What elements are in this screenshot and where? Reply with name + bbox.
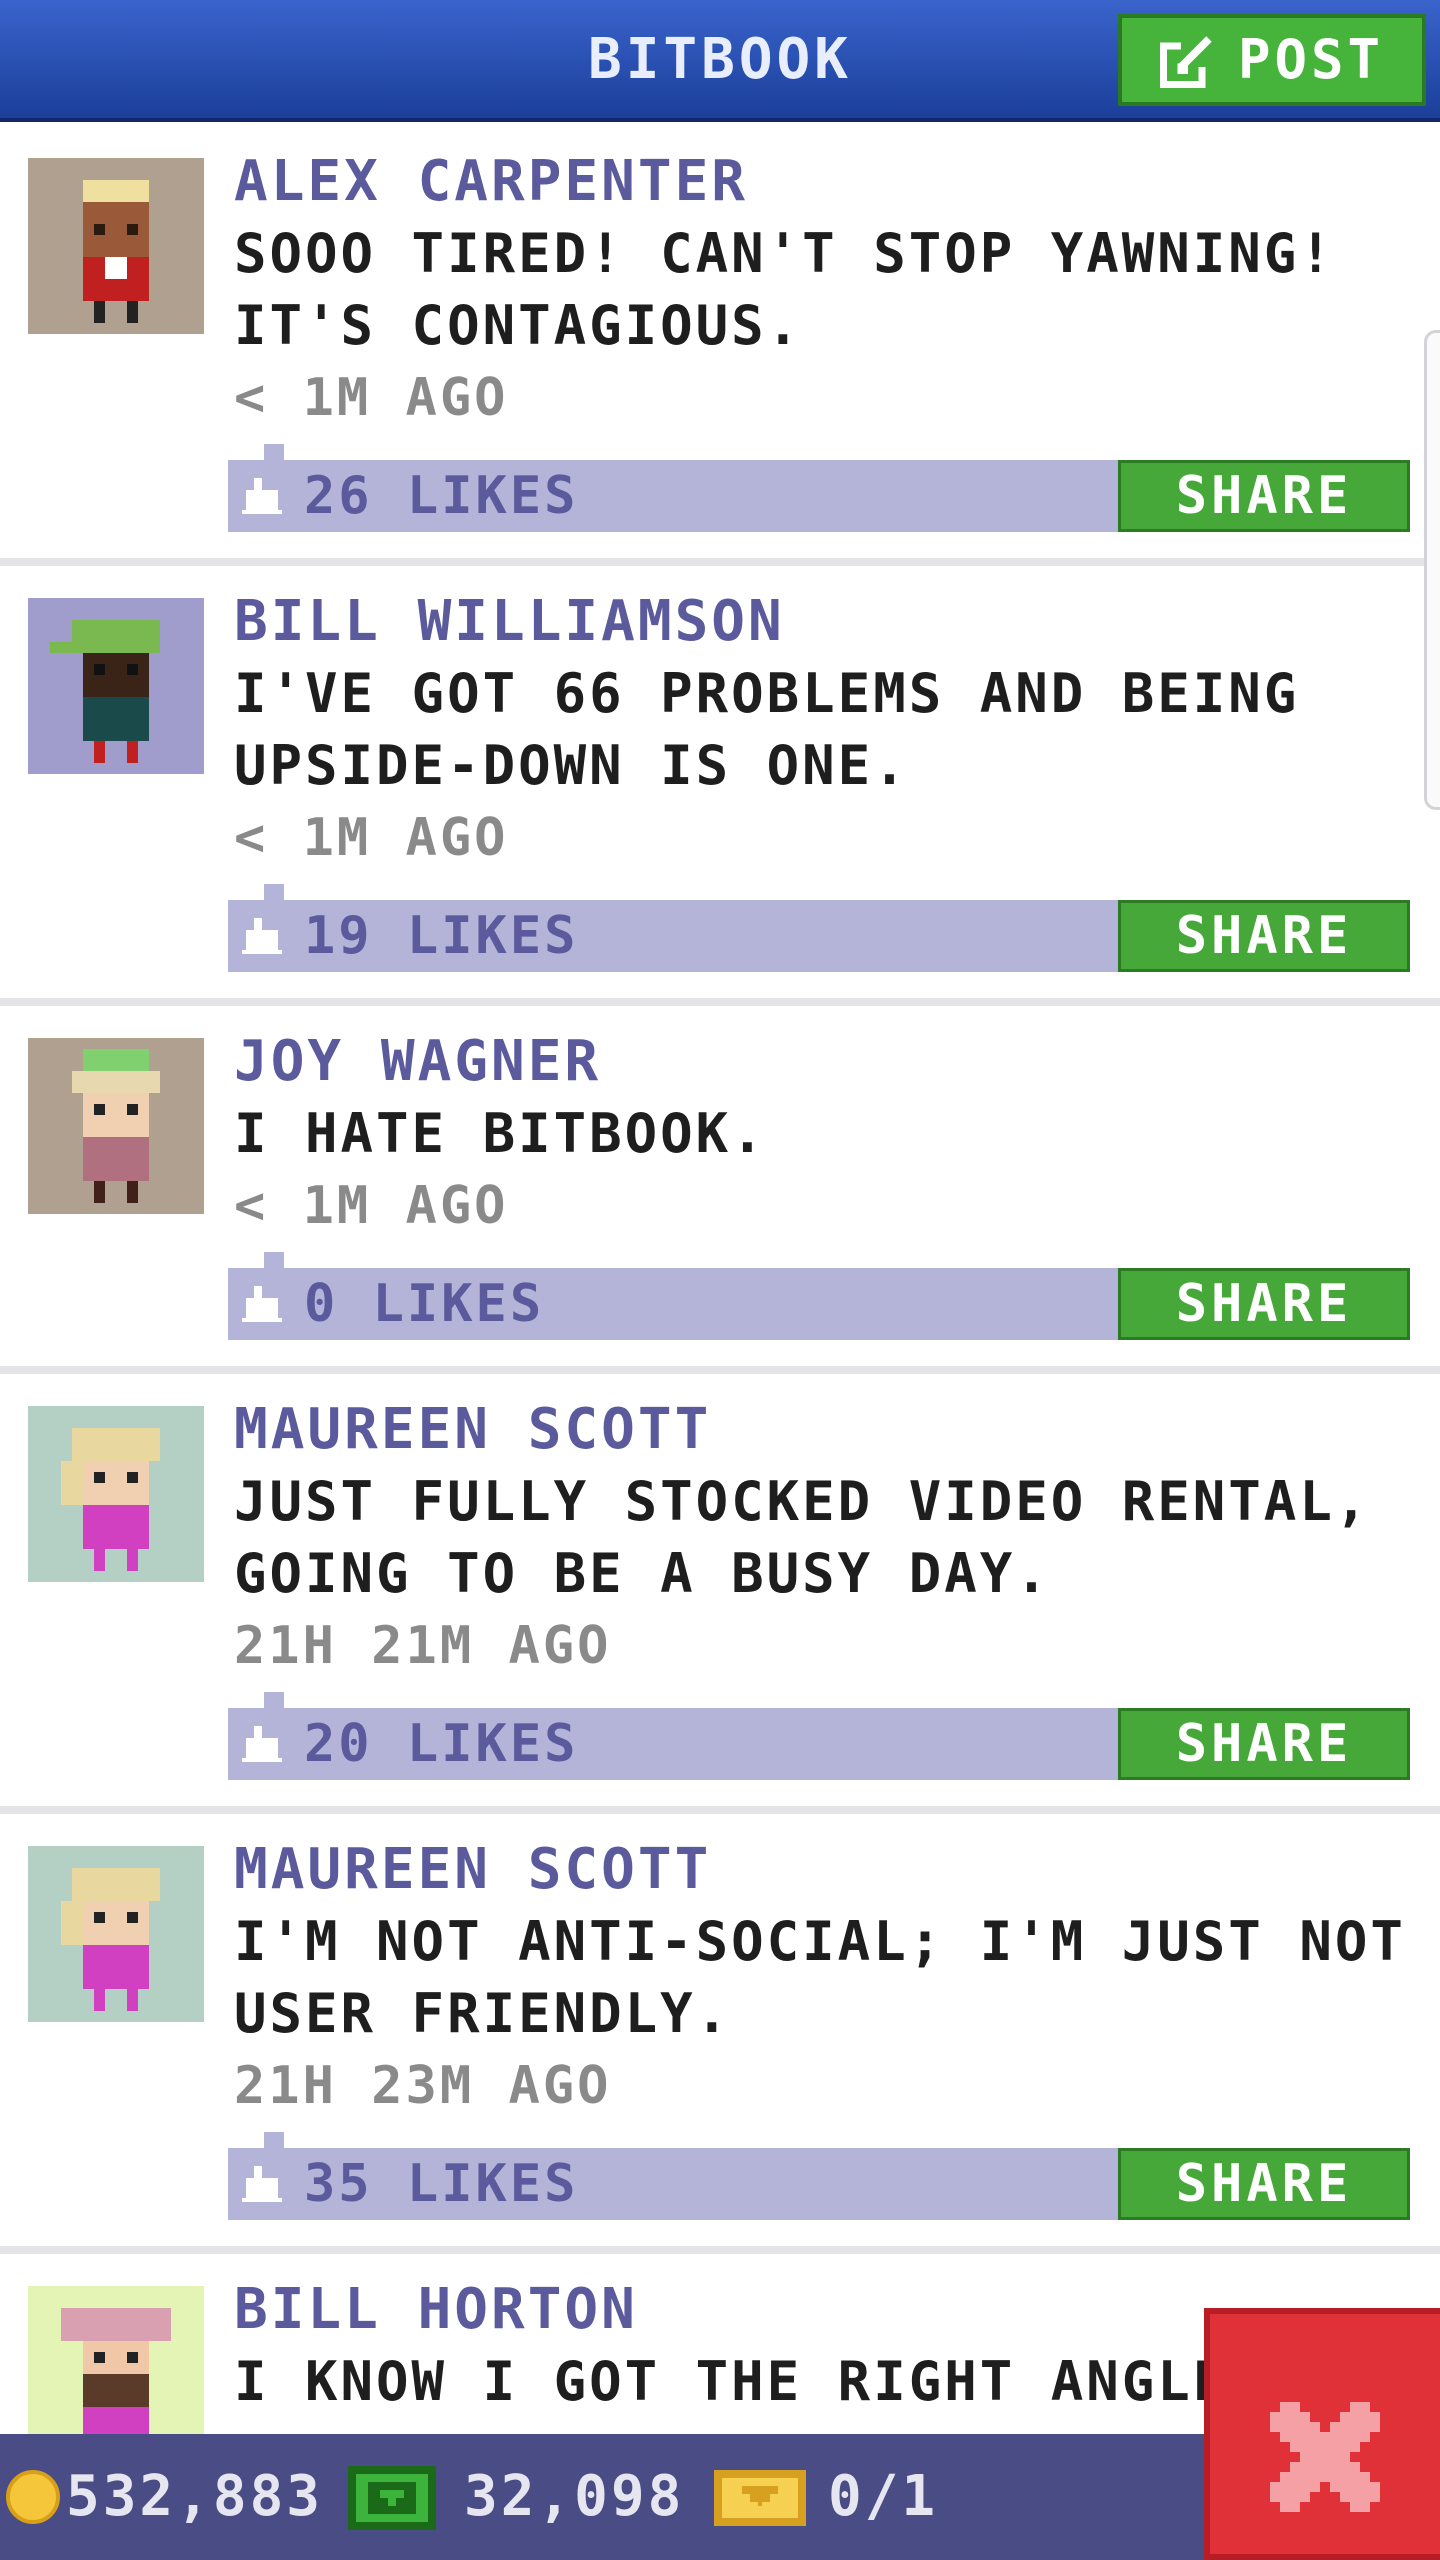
post-message: SOOO TIRED! CAN'T STOP YAWNING! IT'S CON…: [234, 222, 1335, 357]
likes-bar: 26 LIKES SHARE: [228, 444, 1410, 532]
post-time: < 1M AGO: [234, 1176, 509, 1236]
likes-count: 19 LIKES: [304, 906, 579, 966]
likes-count: 0 LIKES: [304, 1274, 545, 1334]
likes-count: 26 LIKES: [304, 466, 579, 526]
post-author[interactable]: MAUREEN SCOTT: [234, 1834, 711, 1906]
likes-bar-notch: [264, 2132, 284, 2148]
post-time: 21H 23M AGO: [234, 2056, 612, 2116]
post-time: < 1M AGO: [234, 808, 509, 868]
post-time: < 1M AGO: [234, 368, 509, 428]
share-button[interactable]: SHARE: [1118, 900, 1410, 972]
feed-post: ALEX CARPENTER SOOO TIRED! CAN'T STOP YA…: [0, 126, 1440, 566]
post-author[interactable]: MAUREEN SCOTT: [234, 1394, 711, 1466]
avatar: [28, 158, 204, 334]
likes-count: 20 LIKES: [304, 1714, 579, 1774]
coin-count: 532,883: [66, 2464, 324, 2529]
share-button[interactable]: SHARE: [1118, 460, 1410, 532]
ticket-count: 0/1: [828, 2464, 939, 2529]
avatar: [28, 1406, 204, 1582]
share-button[interactable]: SHARE: [1118, 1708, 1410, 1780]
likes-bar-notch: [264, 1252, 284, 1268]
share-button[interactable]: SHARE: [1118, 2148, 1410, 2220]
avatar: [28, 1846, 204, 2022]
feed-post: JOY WAGNER I HATE BITBOOK. < 1M AGO 0 LI…: [0, 1006, 1440, 1374]
likes-bar: 0 LIKES SHARE: [228, 1252, 1410, 1340]
feed-post: BILL WILLIAMSON I'VE GOT 66 PROBLEMS AND…: [0, 566, 1440, 1006]
like-icon[interactable]: [242, 2166, 282, 2202]
post-button-label: POST: [1237, 28, 1385, 91]
like-icon[interactable]: [242, 1726, 282, 1762]
like-icon[interactable]: [242, 1286, 282, 1322]
close-icon: [1270, 2402, 1380, 2512]
close-button[interactable]: [1204, 2308, 1440, 2560]
avatar: [28, 1038, 204, 1214]
post-message: I'VE GOT 66 PROBLEMS AND BEING UPSIDE-DO…: [234, 662, 1300, 797]
post-author[interactable]: BILL WILLIAMSON: [234, 586, 785, 658]
bux-count: 32,098: [464, 2464, 685, 2529]
coin-icon: [6, 2470, 60, 2524]
post-message: JUST FULLY STOCKED VIDEO RENTAL, GOING T…: [234, 1470, 1371, 1605]
scroll-indicator[interactable]: [1424, 330, 1440, 810]
post-button[interactable]: POST: [1118, 14, 1426, 106]
post-author[interactable]: ALEX CARPENTER: [234, 146, 748, 218]
bux-icon: [348, 2466, 436, 2530]
post-message: I'M NOT ANTI-SOCIAL; I'M JUST NOT USER F…: [234, 1910, 1406, 2045]
likes-bar: 35 LIKES SHARE: [228, 2132, 1410, 2220]
share-button[interactable]: SHARE: [1118, 1268, 1410, 1340]
feed-post: MAUREEN SCOTT JUST FULLY STOCKED VIDEO R…: [0, 1374, 1440, 1814]
feed-post: MAUREEN SCOTT I'M NOT ANTI-SOCIAL; I'M J…: [0, 1814, 1440, 2254]
post-time: 21H 21M AGO: [234, 1616, 612, 1676]
post-message: I HATE BITBOOK.: [234, 1102, 767, 1165]
likes-bar-notch: [264, 1692, 284, 1708]
post-author[interactable]: BILL HORTON: [234, 2274, 638, 2346]
likes-bar-notch: [264, 444, 284, 460]
app-header: BITBOOK POST: [0, 0, 1440, 122]
like-icon[interactable]: [242, 918, 282, 954]
ticket-icon: [714, 2470, 806, 2526]
post-author[interactable]: JOY WAGNER: [234, 1026, 601, 1098]
like-icon[interactable]: [242, 478, 282, 514]
post-icon: [1159, 35, 1213, 88]
likes-count: 35 LIKES: [304, 2154, 579, 2214]
likes-bar-notch: [264, 884, 284, 900]
avatar: [28, 598, 204, 774]
likes-bar: 19 LIKES SHARE: [228, 884, 1410, 972]
likes-bar: 20 LIKES SHARE: [228, 1692, 1410, 1780]
